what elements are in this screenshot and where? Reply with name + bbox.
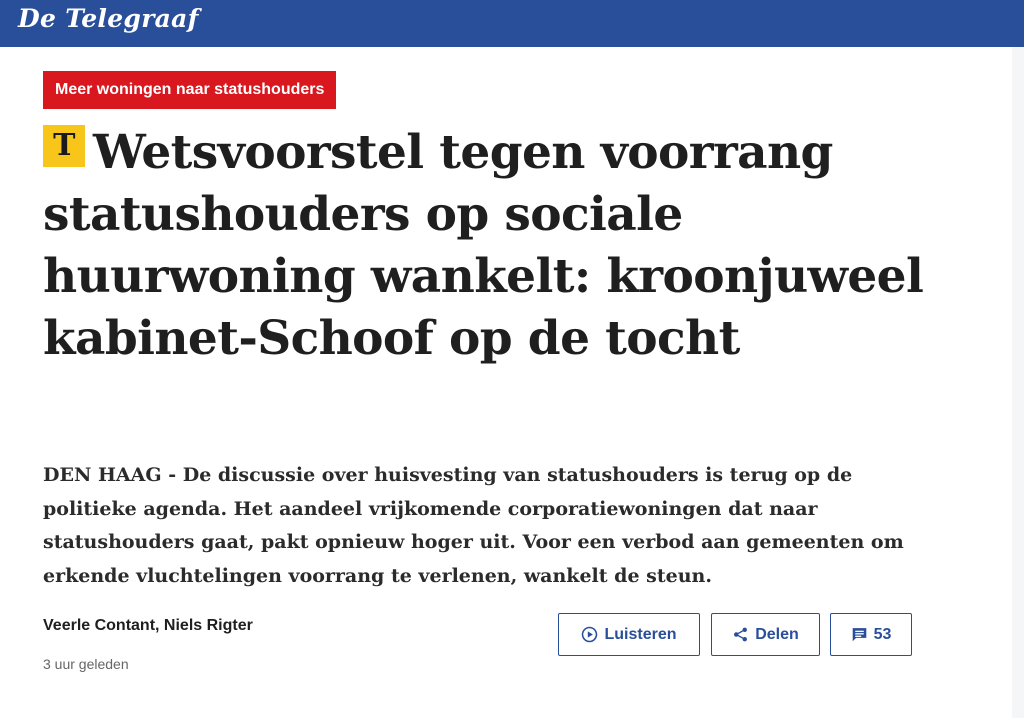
- listen-button[interactable]: Luisteren: [558, 613, 700, 656]
- comment-icon: [852, 628, 866, 642]
- headline-text: Wetsvoorstel tegen voorrang statushouder…: [43, 125, 924, 366]
- listen-label: Luisteren: [604, 625, 677, 643]
- share-icon: [734, 627, 748, 642]
- article-headline: T Wetsvoorstel tegen voorrang statushoude…: [43, 122, 943, 370]
- article-authors[interactable]: Veerle Contant, Niels Rigter: [43, 617, 253, 635]
- article-lead: DEN HAAG - De discussie over huisvesting…: [43, 464, 904, 587]
- play-circle-icon: [582, 626, 598, 643]
- premium-badge-letter: T: [53, 128, 75, 163]
- site-header: De Telegraaf: [0, 0, 1024, 47]
- comments-button[interactable]: 53: [830, 613, 912, 656]
- share-label: Delen: [755, 625, 799, 643]
- premium-badge-icon: T: [43, 125, 85, 167]
- comments-count: 53: [873, 625, 892, 643]
- share-button[interactable]: Delen: [711, 613, 820, 656]
- topic-tag[interactable]: Meer woningen naar statushouders: [43, 71, 337, 109]
- page-edge: [1012, 47, 1024, 718]
- publish-time: 3 uur geleden: [43, 656, 129, 672]
- site-logo[interactable]: De Telegraaf: [18, 4, 199, 33]
